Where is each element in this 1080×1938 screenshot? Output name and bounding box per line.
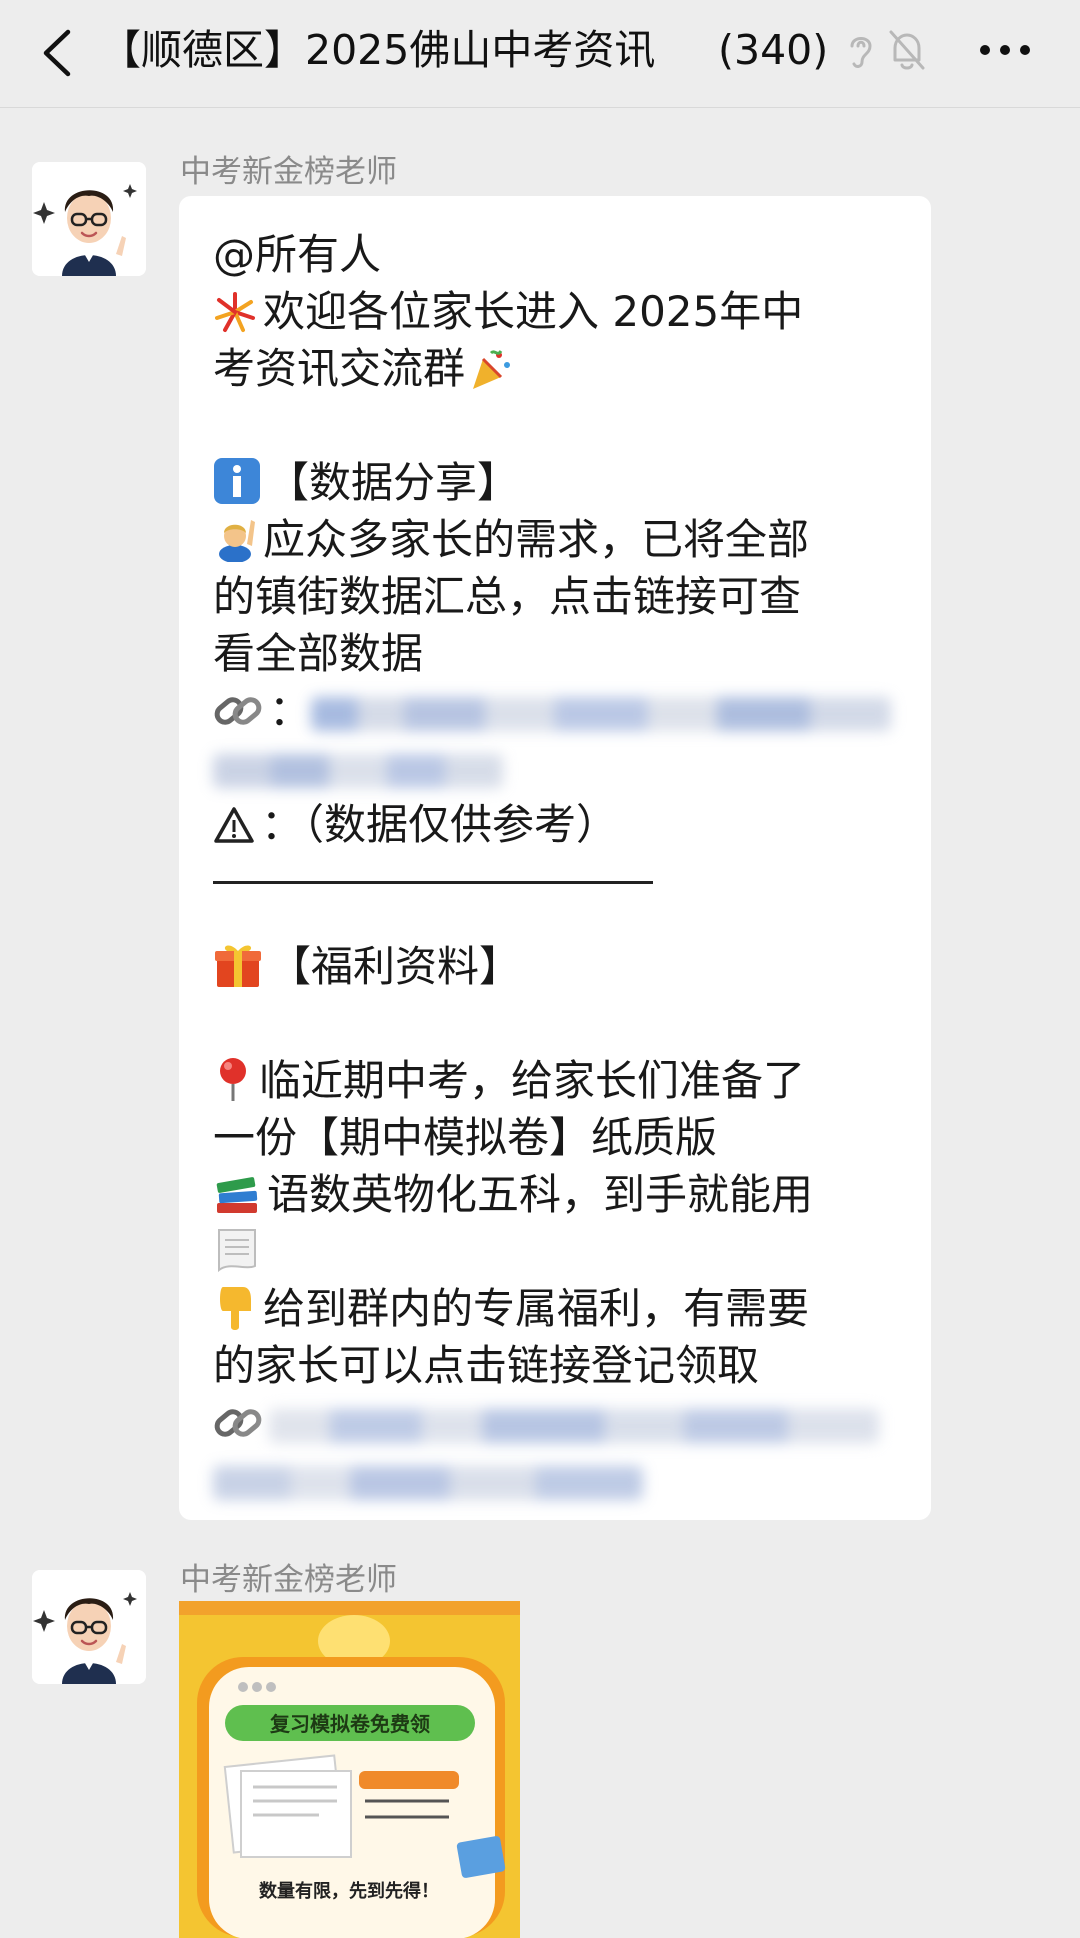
blurred-registration-link[interactable]: [269, 1408, 879, 1443]
teacher-avatar-illustration: [32, 162, 146, 276]
blurred-link-continued[interactable]: [213, 753, 503, 788]
person-raising-hand-icon: [213, 514, 257, 576]
divider-line: [213, 881, 897, 938]
sender-name: 中考新金榜老师: [180, 154, 397, 190]
bell-muted-icon: [889, 30, 925, 70]
pointing-down-icon: [213, 1283, 257, 1345]
image-message[interactable]: 复习模拟卷免费领 数量有限，先到先得！: [179, 1601, 520, 1938]
avatar[interactable]: [32, 162, 146, 276]
mention-line: @所有人: [213, 226, 897, 283]
blurred-link[interactable]: [311, 696, 892, 731]
party-popper-icon: [469, 347, 513, 405]
poster-footer: 数量有限，先到先得！: [259, 1880, 439, 1902]
sender-name: 中考新金榜老师: [180, 1562, 397, 1598]
avatar[interactable]: [32, 1570, 146, 1684]
chevron-left-icon[interactable]: [38, 28, 78, 78]
info-icon: [213, 457, 261, 519]
message-text: @所有人 欢迎各位家长进入 2025年中 考资讯交流群 【数据分享】 应众多家长…: [213, 226, 897, 1508]
message-bubble[interactable]: @所有人 欢迎各位家长进入 2025年中 考资讯交流群 【数据分享】 应众多家长…: [179, 196, 931, 1520]
member-count: (340): [718, 26, 829, 74]
books-icon: [213, 1171, 261, 1231]
ear-icon: [850, 37, 872, 68]
pushpin-icon: [213, 1055, 253, 1117]
more-icon[interactable]: [975, 30, 1035, 70]
mention-all[interactable]: @所有人: [213, 230, 381, 279]
chat-header: 【顺德区】2025佛山中考资讯 (340): [0, 0, 1080, 108]
warning-icon: [213, 803, 255, 861]
poster-banner: 复习模拟卷免费领: [269, 1712, 430, 1736]
teacher-avatar-illustration: [32, 1570, 146, 1684]
gift-icon: [213, 939, 263, 1003]
blurred-registration-link-continued[interactable]: [213, 1465, 643, 1500]
page-icon: [213, 1226, 261, 1288]
mock-exam-poster: 复习模拟卷免费领 数量有限，先到先得！: [179, 1601, 520, 1938]
